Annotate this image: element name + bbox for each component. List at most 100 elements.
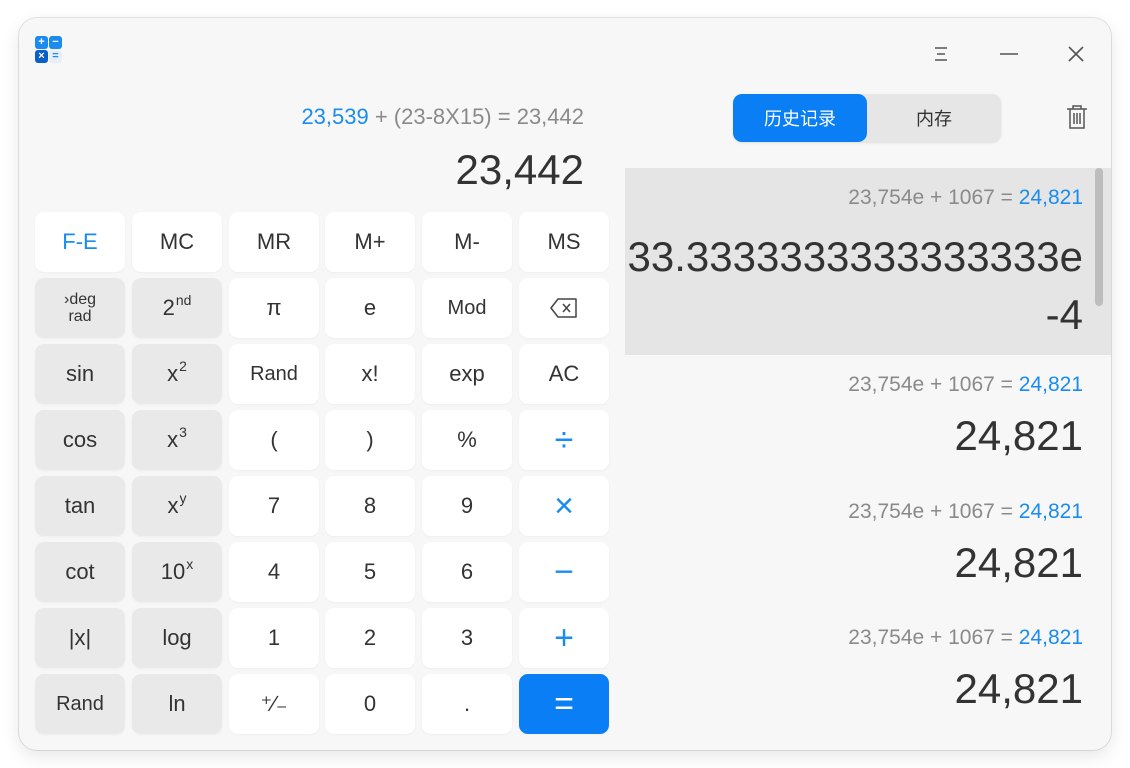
history-value: 24,821 [954,539,1083,586]
minimize-button[interactable] [989,36,1029,72]
history-expression-text: 23,754e + 1067 = [848,626,1019,649]
history-memory-switch: 历史记录 内存 [733,94,1001,142]
history-item[interactable]: 23,754e + 1067 = 24,821 24,821 [625,495,1111,615]
tenx-base: 10 [160,559,186,584]
history-expression-text: 23,754e + 1067 = [848,186,1019,209]
x-cubed-button[interactable]: x3 [132,410,222,470]
decimal-button[interactable]: . [422,674,512,734]
log-button[interactable]: log [132,608,222,668]
second-sup: nd [175,292,192,308]
tenx-sup: x [186,556,194,572]
right-paren-button[interactable]: ) [325,410,415,470]
x3-base: x [167,427,179,452]
divide-button[interactable]: ÷ [519,410,609,470]
tan-button[interactable]: tan [35,476,125,536]
x-squared-button[interactable]: x2 [132,344,222,404]
rad-label: rad [68,308,92,325]
five-button[interactable]: 5 [325,542,415,602]
plus-glyph: + [35,36,48,49]
expression-display: 23,539 + (23-8X15) = 23,442 [301,104,584,130]
history-expression-result: 24,821 [1018,500,1083,523]
second-function-button[interactable]: 2nd [132,278,222,338]
zero-button[interactable]: 0 [325,674,415,734]
history-item[interactable]: 23,754e + 1067 = 24,821 24,821 [625,368,1111,488]
history-expression: 23,754e + 1067 = 24,821 [848,500,1083,524]
factorial-button[interactable]: x! [325,344,415,404]
ms-button[interactable]: MS [519,212,609,272]
seven-button[interactable]: 7 [229,476,319,536]
ln-button[interactable]: ln [132,674,222,734]
x-power-y-button[interactable]: xy [132,476,222,536]
history-expression-result: 24,821 [1018,373,1083,396]
sin-button[interactable]: sin [35,344,125,404]
nine-button[interactable]: 9 [422,476,512,536]
second-base: 2 [162,295,175,320]
pi-button[interactable]: π [229,278,319,338]
four-button[interactable]: 4 [229,542,319,602]
history-expression-result: 24,821 [1018,626,1083,649]
history-expression-text: 23,754e + 1067 = [848,500,1019,523]
history-expression-text: 23,754e + 1067 = [848,373,1019,396]
history-value: 24,821 [954,412,1083,459]
menu-button[interactable] [921,36,961,72]
minus-glyph: − [49,36,62,49]
close-icon [1068,46,1084,62]
minimize-icon [1000,53,1018,55]
app-logo-icon: + − × = [35,36,63,64]
plus-button[interactable]: + [519,608,609,668]
rand-button[interactable]: Rand [229,344,319,404]
cot-button[interactable]: cot [35,542,125,602]
fe-button[interactable]: F-E [35,212,125,272]
history-scrollbar[interactable] [1095,168,1103,306]
percent-button[interactable]: % [422,410,512,470]
close-button[interactable] [1056,36,1096,72]
history-expression: 23,754e + 1067 = 24,821 [848,186,1083,210]
two-button[interactable]: 2 [325,608,415,668]
expression-rest: + (23-8X15) = 23,442 [368,104,584,129]
minus-button[interactable]: − [519,542,609,602]
rand-gray-button[interactable]: Rand [35,674,125,734]
history-value: 33.3333333333333333e-4 [627,233,1083,338]
eight-button[interactable]: 8 [325,476,415,536]
tab-history[interactable]: 历史记录 [733,94,867,142]
deg-rad-button[interactable]: ›deg rad [35,278,125,338]
mc-button[interactable]: MC [132,212,222,272]
three-button[interactable]: 3 [422,608,512,668]
abs-button[interactable]: |x| [35,608,125,668]
history-value: 24,821 [954,665,1083,712]
history-expression-result: 24,821 [1018,186,1083,209]
m-plus-button[interactable]: M+ [325,212,415,272]
six-button[interactable]: 6 [422,542,512,602]
clear-history-button[interactable] [1063,102,1091,132]
history-expression: 23,754e + 1067 = 24,821 [848,626,1083,650]
backspace-button[interactable] [519,278,609,338]
keypad: F-E MC MR M+ M- MS ›deg rad 2nd π e Mod … [35,212,611,734]
history-item[interactable]: 23,754e + 1067 = 24,821 24,821 [625,621,1111,746]
xy-base: x [167,493,179,518]
plus-minus-button[interactable]: ⁺∕₋ [229,674,319,734]
times-glyph: × [35,50,48,63]
history-item-selected[interactable]: 23,754e + 1067 = 24,821 33.3333333333333… [625,168,1111,355]
x3-sup: 3 [179,424,187,440]
exp-button[interactable]: exp [422,344,512,404]
equals-button[interactable]: = [519,674,609,734]
trash-icon [1067,105,1087,129]
x2-sup: 2 [179,358,187,374]
ac-button[interactable]: AC [519,344,609,404]
expression-operand: 23,539 [301,104,369,129]
ten-power-x-button[interactable]: 10 x [132,542,222,602]
backspace-icon [550,298,577,318]
mr-button[interactable]: MR [229,212,319,272]
mod-button[interactable]: Mod [422,278,512,338]
tab-memory[interactable]: 内存 [867,94,1001,142]
e-button[interactable]: e [325,278,415,338]
multiply-button[interactable]: × [519,476,609,536]
m-minus-button[interactable]: M- [422,212,512,272]
one-button[interactable]: 1 [229,608,319,668]
cos-button[interactable]: cos [35,410,125,470]
equals-glyph: = [49,50,62,63]
xy-sup: y [179,490,187,506]
history-expression: 23,754e + 1067 = 24,821 [848,373,1083,397]
left-paren-button[interactable]: ( [229,410,319,470]
x2-base: x [167,361,179,386]
